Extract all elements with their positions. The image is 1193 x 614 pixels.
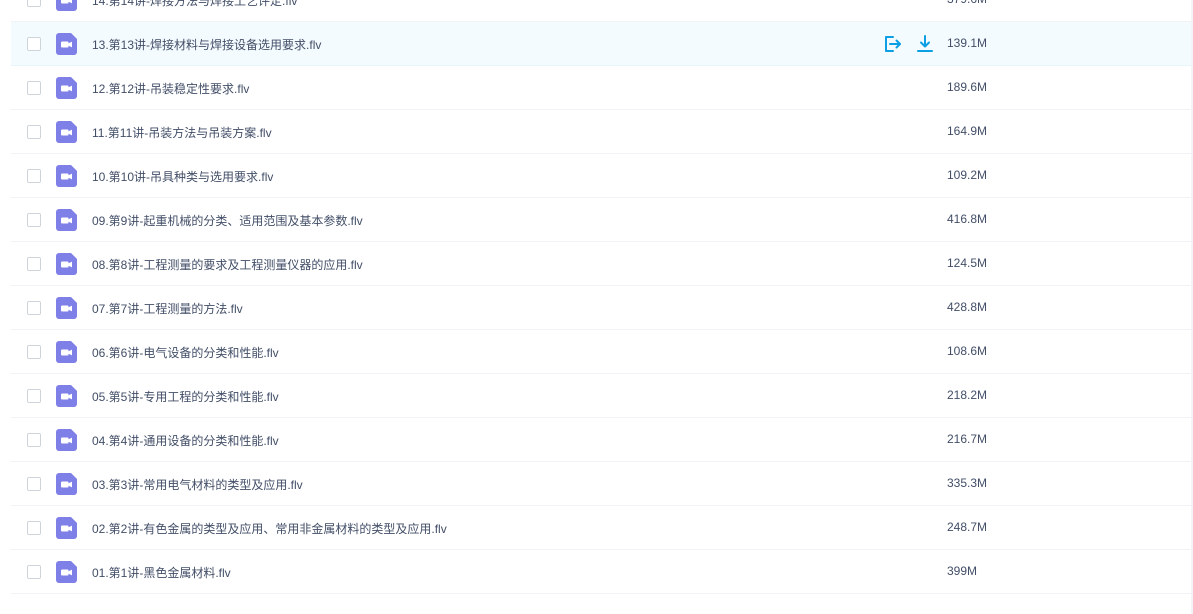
file-row[interactable]: 10.第10讲-吊具种类与选用要求.flv 109.2M bbox=[11, 154, 1191, 198]
file-row[interactable]: 14.第14讲-焊接方法与焊接工艺评定.flv 379.6M bbox=[11, 0, 1191, 22]
file-size: 164.9M bbox=[947, 124, 988, 138]
row-checkbox[interactable] bbox=[27, 169, 41, 183]
row-checkbox[interactable] bbox=[27, 565, 41, 579]
video-file-icon bbox=[56, 209, 77, 231]
file-row[interactable]: 09.第9讲-起重机械的分类、适用范围及基本参数.flv 416.8M bbox=[11, 198, 1191, 242]
video-file-icon bbox=[56, 385, 77, 407]
file-row[interactable]: 02.第2讲-有色金属的类型及应用、常用非金属材料的类型及应用.flv 248.7… bbox=[11, 506, 1191, 550]
file-name[interactable]: 11.第11讲-吊装方法与吊装方案.flv bbox=[92, 124, 272, 141]
row-checkbox[interactable] bbox=[27, 0, 41, 7]
row-checkbox[interactable] bbox=[27, 257, 41, 271]
file-size: 109.2M bbox=[947, 168, 988, 182]
file-size: 124.5M bbox=[947, 256, 988, 270]
file-row[interactable]: 11.第11讲-吊装方法与吊装方案.flv 164.9M bbox=[11, 110, 1191, 154]
file-size: 379.6M bbox=[947, 0, 987, 6]
video-file-icon bbox=[56, 341, 77, 363]
row-checkbox[interactable] bbox=[27, 125, 41, 139]
file-name[interactable]: 01.第1讲-黑色金属材料.flv bbox=[92, 564, 231, 581]
file-row[interactable]: 08.第8讲-工程测量的要求及工程测量仪器的应用.flv 124.5M bbox=[11, 242, 1191, 286]
file-name[interactable]: 13.第13讲-焊接材料与焊接设备选用要求.flv bbox=[92, 36, 321, 53]
row-checkbox[interactable] bbox=[27, 301, 41, 315]
file-size: 218.2M bbox=[947, 388, 988, 402]
file-row[interactable]: 06.第6讲-电气设备的分类和性能.flv 108.6M bbox=[11, 330, 1191, 374]
video-file-icon bbox=[56, 33, 77, 55]
row-checkbox[interactable] bbox=[27, 345, 41, 359]
file-row[interactable]: 01.第1讲-黑色金属材料.flv 399M bbox=[11, 550, 1191, 594]
file-name[interactable]: 04.第4讲-通用设备的分类和性能.flv bbox=[92, 432, 279, 449]
video-file-icon bbox=[56, 77, 77, 99]
file-name[interactable]: 03.第3讲-常用电气材料的类型及应用.flv bbox=[92, 476, 303, 493]
share-icon[interactable] bbox=[882, 34, 902, 54]
row-checkbox[interactable] bbox=[27, 81, 41, 95]
video-file-icon bbox=[56, 517, 77, 539]
file-name[interactable]: 05.第5讲-专用工程的分类和性能.flv bbox=[92, 388, 279, 405]
file-name[interactable]: 10.第10讲-吊具种类与选用要求.flv bbox=[92, 168, 273, 185]
file-list: 14.第14讲-焊接方法与焊接工艺评定.flv 379.6M 13.第13讲-焊接材… bbox=[0, 0, 1193, 594]
file-name[interactable]: 02.第2讲-有色金属的类型及应用、常用非金属材料的类型及应用.flv bbox=[92, 520, 447, 537]
download-icon[interactable] bbox=[915, 34, 935, 54]
file-name[interactable]: 12.第12讲-吊装稳定性要求.flv bbox=[92, 80, 249, 97]
video-file-icon bbox=[56, 429, 77, 451]
video-file-icon bbox=[56, 473, 77, 495]
file-size: 216.7M bbox=[947, 432, 988, 446]
row-checkbox[interactable] bbox=[27, 521, 41, 535]
video-file-icon bbox=[56, 0, 77, 11]
file-name[interactable]: 06.第6讲-电气设备的分类和性能.flv bbox=[92, 344, 279, 361]
file-row[interactable]: 03.第3讲-常用电气材料的类型及应用.flv 335.3M bbox=[11, 462, 1191, 506]
row-checkbox[interactable] bbox=[27, 37, 41, 51]
video-file-icon bbox=[56, 165, 77, 187]
file-size: 248.7M bbox=[947, 520, 988, 534]
video-file-icon bbox=[56, 253, 77, 275]
file-row[interactable]: 13.第13讲-焊接材料与焊接设备选用要求.flv 139.1M bbox=[11, 22, 1191, 66]
video-file-icon bbox=[56, 297, 77, 319]
file-name[interactable]: 07.第7讲-工程测量的方法.flv bbox=[92, 300, 243, 317]
file-size: 189.6M bbox=[947, 80, 988, 94]
file-row[interactable]: 04.第4讲-通用设备的分类和性能.flv 216.7M bbox=[11, 418, 1191, 462]
file-name[interactable]: 09.第9讲-起重机械的分类、适用范围及基本参数.flv bbox=[92, 212, 363, 229]
file-size: 428.8M bbox=[947, 300, 988, 314]
file-size: 108.6M bbox=[947, 344, 988, 358]
file-row[interactable]: 12.第12讲-吊装稳定性要求.flv 189.6M bbox=[11, 66, 1191, 110]
file-name[interactable]: 14.第14讲-焊接方法与焊接工艺评定.flv bbox=[92, 0, 297, 9]
row-checkbox[interactable] bbox=[27, 433, 41, 447]
file-size: 335.3M bbox=[947, 476, 988, 490]
file-size: 416.8M bbox=[947, 212, 988, 226]
file-row[interactable]: 05.第5讲-专用工程的分类和性能.flv 218.2M bbox=[11, 374, 1191, 418]
file-name[interactable]: 08.第8讲-工程测量的要求及工程测量仪器的应用.flv bbox=[92, 256, 363, 273]
file-row[interactable]: 07.第7讲-工程测量的方法.flv 428.8M bbox=[11, 286, 1191, 330]
row-checkbox[interactable] bbox=[27, 389, 41, 403]
video-file-icon bbox=[56, 121, 77, 143]
video-file-icon bbox=[56, 561, 77, 583]
row-checkbox[interactable] bbox=[27, 477, 41, 491]
row-checkbox[interactable] bbox=[27, 213, 41, 227]
file-size: 399M bbox=[947, 564, 978, 578]
file-size: 139.1M bbox=[947, 36, 988, 50]
